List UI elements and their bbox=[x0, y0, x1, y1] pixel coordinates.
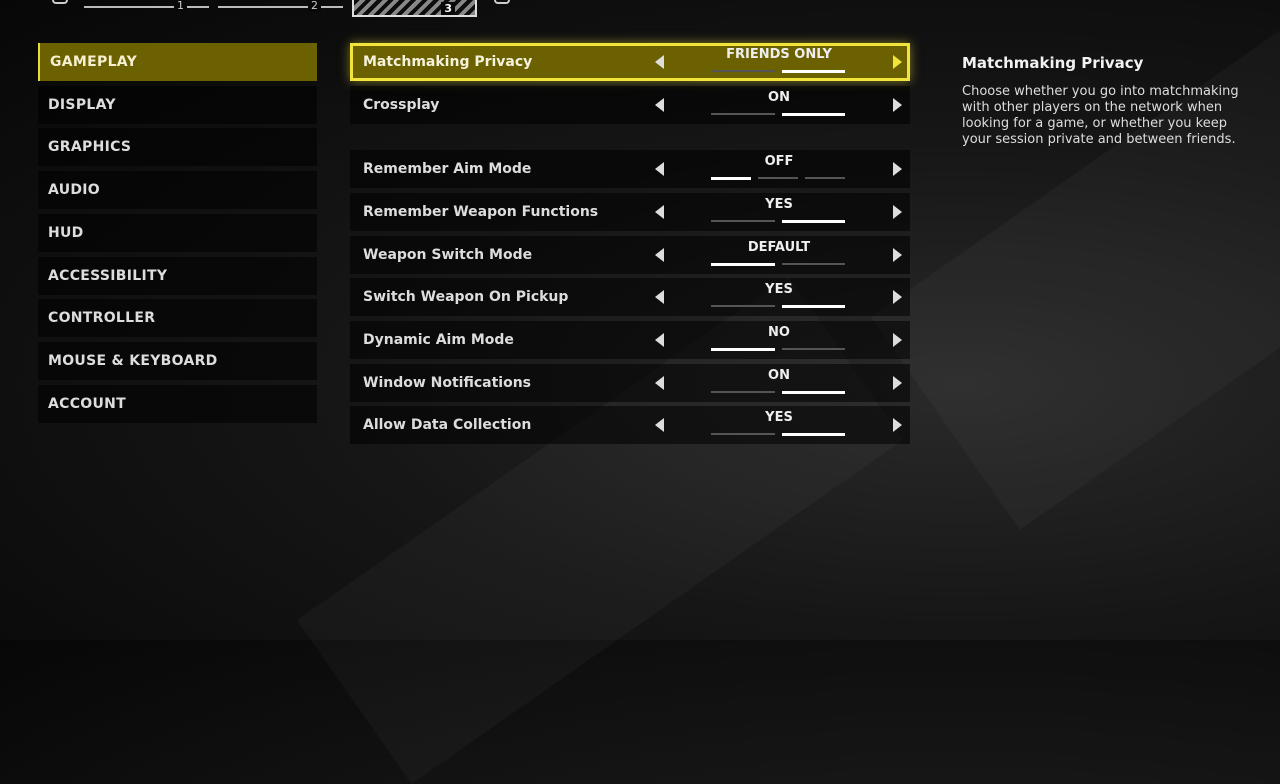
setting-value: FRIENDS ONLY bbox=[726, 47, 832, 62]
arrow-right-icon[interactable] bbox=[893, 55, 902, 69]
category-gameplay[interactable]: GAMEPLAY bbox=[38, 43, 317, 81]
setting-row[interactable]: Window Notifications ON bbox=[350, 364, 910, 402]
option-indicator bbox=[711, 305, 845, 308]
setting-value: YES bbox=[765, 410, 793, 425]
setting-label: Switch Weapon On Pickup bbox=[363, 289, 569, 305]
bumper-right-icon bbox=[494, 0, 510, 4]
arrow-right-icon[interactable] bbox=[893, 248, 902, 262]
tab-number: 1 bbox=[174, 0, 187, 12]
setting-row[interactable]: Weapon Switch Mode DEFAULT bbox=[350, 236, 910, 274]
option-indicator bbox=[711, 348, 845, 351]
arrow-right-icon[interactable] bbox=[893, 205, 902, 219]
option-indicator bbox=[711, 113, 845, 116]
setting-row[interactable]: Crossplay ON bbox=[350, 86, 910, 124]
setting-row[interactable]: Matchmaking Privacy FRIENDS ONLY bbox=[350, 43, 910, 81]
setting-value: ON bbox=[768, 368, 790, 383]
option-segment bbox=[711, 113, 775, 115]
option-segment bbox=[711, 220, 775, 222]
setting-label: Dynamic Aim Mode bbox=[363, 332, 514, 348]
arrow-left-icon[interactable] bbox=[655, 418, 664, 432]
arrow-right-icon[interactable] bbox=[893, 418, 902, 432]
option-segment bbox=[711, 177, 751, 180]
arrow-right-icon[interactable] bbox=[893, 333, 902, 347]
arrow-right-icon[interactable] bbox=[893, 376, 902, 390]
option-indicator bbox=[711, 391, 845, 394]
option-indicator bbox=[711, 177, 845, 180]
setting-label: Window Notifications bbox=[363, 375, 532, 391]
profile-tab-1[interactable]: 1 bbox=[84, 0, 209, 12]
arrow-left-icon[interactable] bbox=[655, 290, 664, 304]
arrow-right-icon[interactable] bbox=[893, 98, 902, 112]
setting-label: Weapon Switch Mode bbox=[363, 247, 533, 263]
option-segment bbox=[781, 305, 845, 308]
option-segment bbox=[805, 177, 845, 179]
arrow-left-icon[interactable] bbox=[655, 162, 664, 176]
option-segment bbox=[781, 220, 845, 223]
setting-row[interactable]: Dynamic Aim Mode NO bbox=[350, 321, 910, 359]
profile-tab-3[interactable]: 3 bbox=[352, 0, 477, 17]
option-segment bbox=[711, 70, 775, 72]
category-display[interactable]: DISPLAY bbox=[38, 85, 317, 124]
tab-number: 3 bbox=[441, 2, 455, 15]
profile-tab-2[interactable]: 2 bbox=[218, 0, 343, 12]
setting-label: Remember Aim Mode bbox=[363, 161, 532, 177]
tab-number: 2 bbox=[308, 0, 321, 12]
arrow-left-icon[interactable] bbox=[655, 376, 664, 390]
category-mouse-keyboard[interactable]: MOUSE & KEYBOARD bbox=[38, 341, 317, 380]
category-controller[interactable]: CONTROLLER bbox=[38, 299, 317, 338]
option-segment bbox=[711, 433, 775, 435]
option-indicator bbox=[711, 70, 845, 73]
arrow-right-icon[interactable] bbox=[893, 162, 902, 176]
category-graphics[interactable]: GRAPHICS bbox=[38, 128, 317, 167]
bumper-left-icon bbox=[52, 0, 68, 4]
category-accessibility[interactable]: ACCESSIBILITY bbox=[38, 256, 317, 295]
setting-value: DEFAULT bbox=[747, 240, 811, 255]
setting-label: Remember Weapon Functions bbox=[363, 204, 599, 220]
setting-row[interactable]: Remember Weapon Functions YES bbox=[350, 193, 910, 231]
option-segment bbox=[711, 263, 775, 266]
category-hud[interactable]: HUD bbox=[38, 213, 317, 252]
description-panel: Matchmaking Privacy Choose whether you g… bbox=[962, 54, 1252, 148]
arrow-left-icon[interactable] bbox=[655, 98, 664, 112]
setting-label: Allow Data Collection bbox=[363, 417, 532, 433]
setting-value: YES bbox=[765, 197, 793, 212]
option-indicator bbox=[711, 433, 845, 436]
arrow-right-icon[interactable] bbox=[893, 290, 902, 304]
category-account[interactable]: ACCOUNT bbox=[38, 384, 317, 423]
option-segment bbox=[711, 348, 775, 351]
arrow-left-icon[interactable] bbox=[655, 333, 664, 347]
option-segment bbox=[711, 305, 775, 307]
option-segment bbox=[781, 433, 845, 436]
option-segment bbox=[758, 177, 798, 179]
setting-value: OFF bbox=[764, 154, 794, 169]
category-audio[interactable]: AUDIO bbox=[38, 171, 317, 210]
option-segment bbox=[711, 391, 775, 393]
setting-row[interactable]: Switch Weapon On Pickup YES bbox=[350, 278, 910, 316]
option-segment bbox=[781, 391, 845, 394]
description-text: Choose whether you go into matchmaking w… bbox=[962, 84, 1239, 147]
arrow-left-icon[interactable] bbox=[655, 205, 664, 219]
option-segment bbox=[781, 70, 845, 73]
setting-label: Matchmaking Privacy bbox=[363, 54, 533, 70]
setting-value: NO bbox=[768, 325, 790, 340]
arrow-left-icon[interactable] bbox=[655, 248, 664, 262]
option-indicator bbox=[711, 263, 845, 266]
option-indicator bbox=[711, 220, 845, 223]
setting-label: Crossplay bbox=[363, 97, 440, 113]
option-segment bbox=[781, 348, 845, 350]
setting-value: YES bbox=[765, 282, 793, 297]
setting-row[interactable]: Allow Data Collection YES bbox=[350, 406, 910, 444]
profile-tabs: 1 2 3 bbox=[0, 0, 1280, 20]
setting-row[interactable]: Remember Aim Mode OFF bbox=[350, 150, 910, 188]
setting-value: ON bbox=[768, 90, 790, 105]
option-segment bbox=[781, 113, 845, 116]
description-title: Matchmaking Privacy bbox=[962, 54, 1144, 72]
arrow-left-icon[interactable] bbox=[655, 55, 664, 69]
option-segment bbox=[781, 263, 845, 265]
